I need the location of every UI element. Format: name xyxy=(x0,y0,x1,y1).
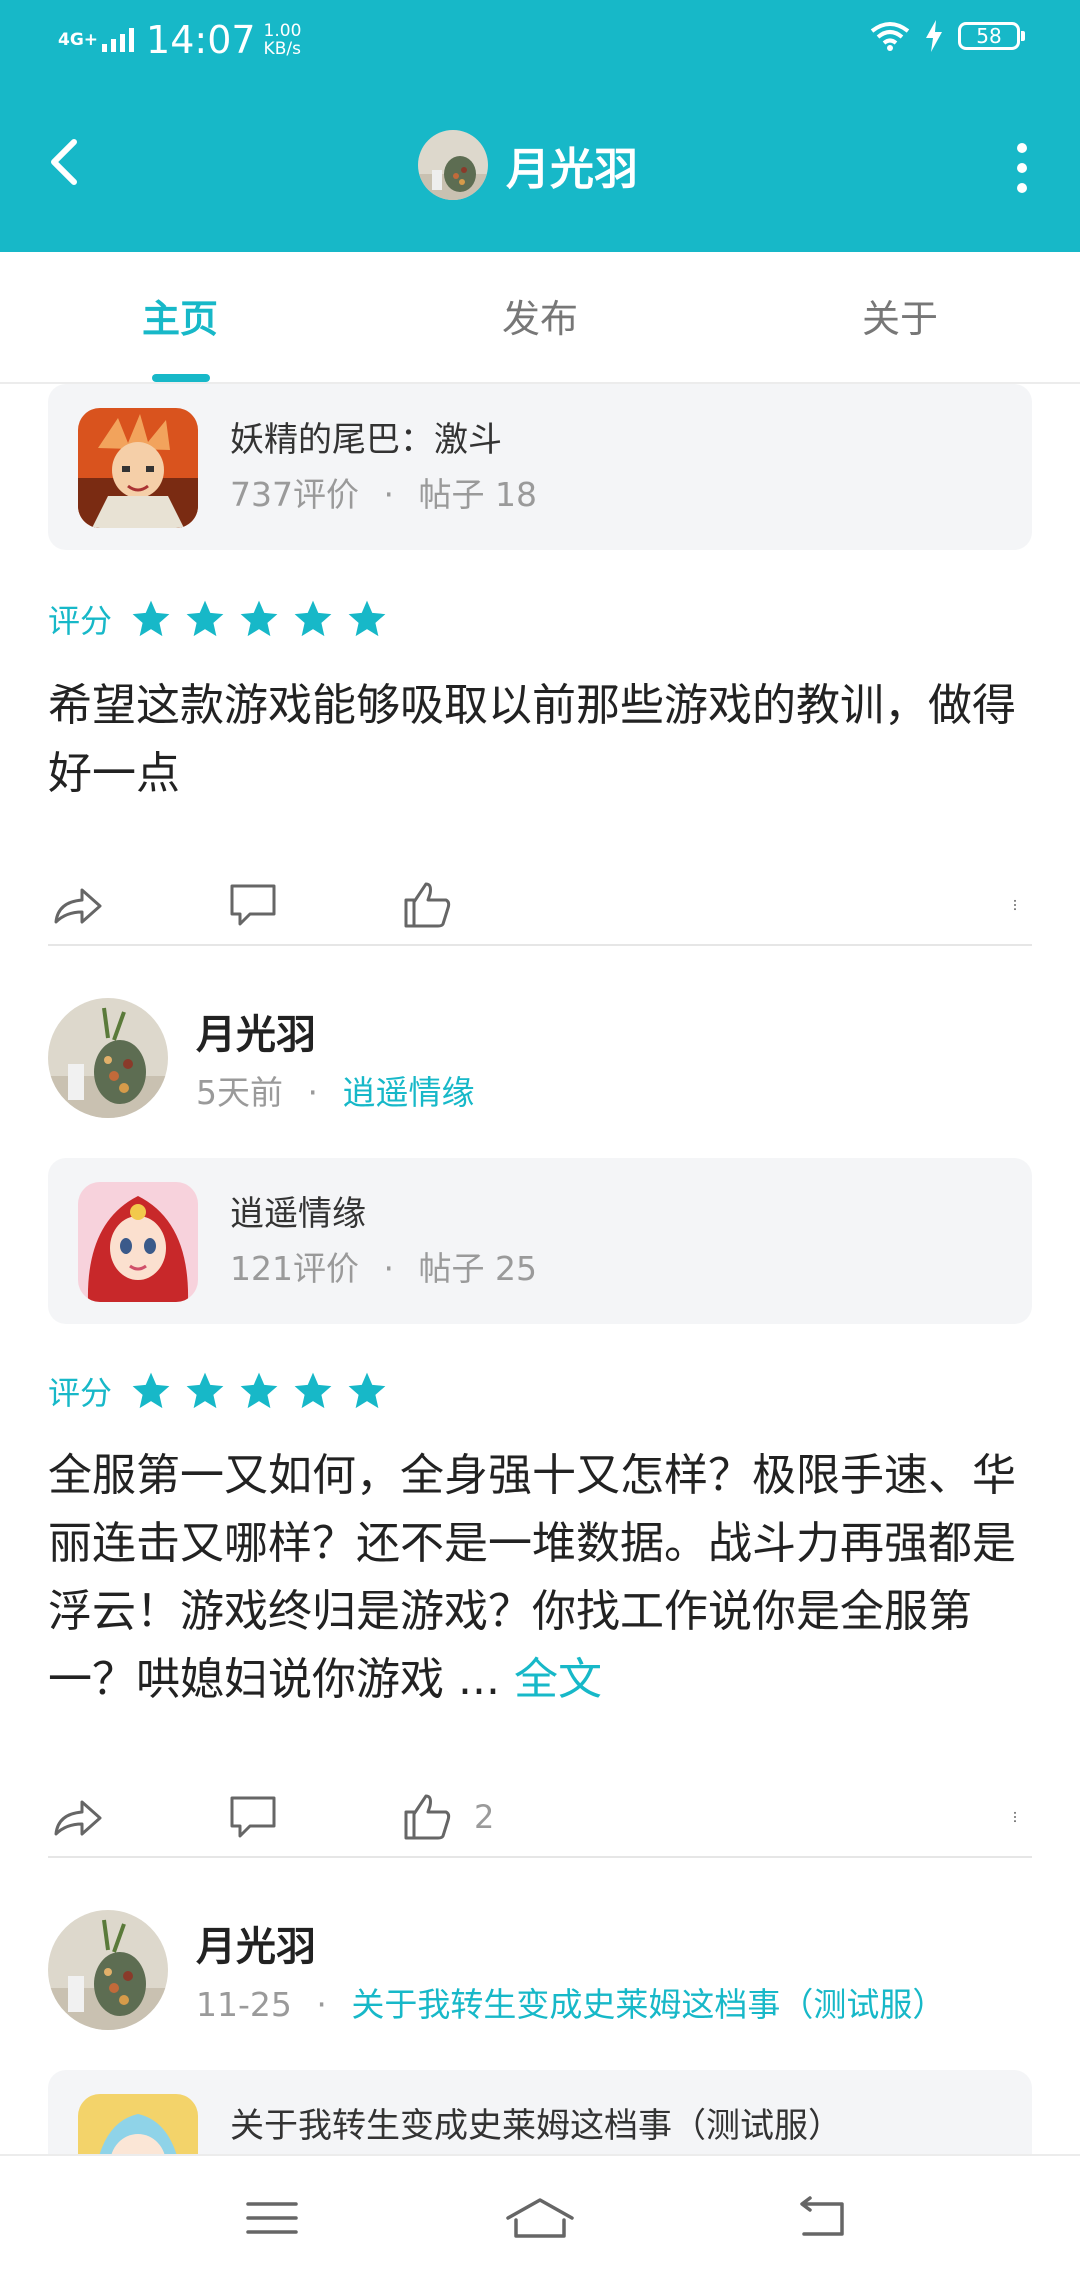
star-icon xyxy=(132,1372,170,1409)
back-icon[interactable] xyxy=(790,2190,854,2246)
comment-icon xyxy=(230,1796,276,1838)
share-button[interactable] xyxy=(48,1782,106,1852)
game-name: 关于我转生变成史莱姆这档事（测试服） xyxy=(230,2106,842,2146)
star-icon xyxy=(186,1372,224,1409)
like-count: 2 xyxy=(474,1798,495,1836)
anime-hero-icon xyxy=(78,408,198,528)
profile-header: 月光羽 xyxy=(418,130,638,200)
like-button[interactable] xyxy=(398,870,456,940)
game-name: 妖精的尾巴：激斗 xyxy=(230,420,502,460)
star-icon xyxy=(348,1372,386,1409)
comment-icon xyxy=(230,884,276,926)
net-speed: 1.00 KB/s xyxy=(263,21,302,59)
avatar[interactable] xyxy=(48,1910,168,2030)
tab-about[interactable]: 关于 xyxy=(750,288,1050,343)
post-author: 月光羽 11-25 · 关于我转生变成史莱姆这档事（测试服） xyxy=(48,1910,1048,2030)
app-header: 月光羽 xyxy=(0,82,1080,252)
red-hair-girl-icon xyxy=(78,1182,198,1302)
post-actions: 2 xyxy=(48,1782,1032,1852)
network-type: 4G+ xyxy=(58,29,99,50)
game-name: 逍遥情缘 xyxy=(230,1194,366,1234)
thumbs-up-icon xyxy=(404,882,451,928)
page-title: 月光羽 xyxy=(506,144,638,195)
rating-label: 评分 xyxy=(48,1374,113,1412)
game-card[interactable]: 关于我转生变成史莱姆这档事（测试服） xyxy=(48,2070,1032,2154)
avatar[interactable] xyxy=(418,130,488,200)
divider xyxy=(48,944,1032,946)
post-actions xyxy=(48,870,1032,940)
rating-row-post-2: 评分 xyxy=(48,1368,400,1414)
tab-published[interactable]: 发布 xyxy=(390,288,690,343)
game-link[interactable]: 逍遥情缘 xyxy=(343,1073,475,1112)
star-icon xyxy=(240,600,278,637)
tab-bar: 主页 发布 关于 xyxy=(0,252,1080,384)
star-icon xyxy=(240,1372,278,1409)
comment-button[interactable] xyxy=(224,870,282,940)
share-icon xyxy=(54,888,102,924)
star-icon xyxy=(132,600,170,637)
more-vert-icon xyxy=(1014,899,1016,911)
system-nav-bar xyxy=(0,2154,1080,2282)
game-card[interactable]: 妖精的尾巴：激斗 737评价 · 帖子 18 xyxy=(48,384,1032,550)
post-text[interactable]: 希望这款游戏能够吸取以前那些游戏的教训，做得好一点 xyxy=(48,672,1038,808)
share-icon xyxy=(54,1800,102,1836)
rating-row-post-1: 评分 xyxy=(48,596,400,642)
clock: 14:07 xyxy=(146,18,256,62)
status-bar: 4G+ 14:07 1.00 KB/s 58 xyxy=(0,0,1080,82)
post-text[interactable]: 全服第一又如何，全身强十又怎样？极限手速、华丽连击又哪样？还不是一堆数据。战斗力… xyxy=(48,1442,1038,1714)
thumbs-up-icon xyxy=(404,1794,451,1840)
charging-icon xyxy=(926,20,942,52)
author-name[interactable]: 月光羽 xyxy=(196,1914,316,1972)
star-icon xyxy=(348,600,386,637)
author-name[interactable]: 月光羽 xyxy=(196,1002,316,1060)
comment-button[interactable] xyxy=(224,1782,282,1852)
game-link[interactable]: 关于我转生变成史莱姆这档事（测试服） xyxy=(351,1985,945,2024)
feed: 妖精的尾巴：激斗 737评价 · 帖子 18 评分 希望这款游戏能够吸取以前那些… xyxy=(0,382,1080,2154)
wifi-icon xyxy=(870,22,910,51)
game-stats: 121评价 · 帖子 25 xyxy=(230,1249,537,1288)
home-icon[interactable] xyxy=(500,2190,580,2246)
star-icon xyxy=(294,1372,332,1409)
battery-icon: 58 xyxy=(958,22,1025,50)
back-arrow-icon[interactable] xyxy=(40,134,96,190)
tab-indicator xyxy=(152,374,210,382)
more-vert-icon xyxy=(1014,1811,1016,1823)
star-icon xyxy=(294,600,332,637)
divider xyxy=(48,1856,1032,1858)
share-button[interactable] xyxy=(48,870,106,940)
avatar[interactable] xyxy=(48,998,168,1118)
tab-home[interactable]: 主页 xyxy=(30,288,330,343)
rating-label: 评分 xyxy=(48,602,113,640)
post-meta: 5天前 · 逍遥情缘 xyxy=(196,1073,475,1112)
post-author: 月光羽 5天前 · 逍遥情缘 xyxy=(48,998,1048,1118)
like-button[interactable]: 2 xyxy=(398,1782,494,1852)
signal-icon xyxy=(102,28,135,52)
read-more-link[interactable]: 全文 xyxy=(514,1654,602,1705)
post-meta: 11-25 · 关于我转生变成史莱姆这档事（测试服） xyxy=(196,1985,946,2024)
more-vert-icon[interactable] xyxy=(1012,142,1032,194)
slime-anime-icon xyxy=(78,2094,198,2154)
game-stats: 737评价 · 帖子 18 xyxy=(230,475,537,514)
post-more-button[interactable] xyxy=(1008,870,1022,940)
star-icon xyxy=(186,600,224,637)
post-more-button[interactable] xyxy=(1008,1782,1022,1852)
menu-icon[interactable] xyxy=(240,2190,304,2246)
game-card[interactable]: 逍遥情缘 121评价 · 帖子 25 xyxy=(48,1158,1032,1324)
